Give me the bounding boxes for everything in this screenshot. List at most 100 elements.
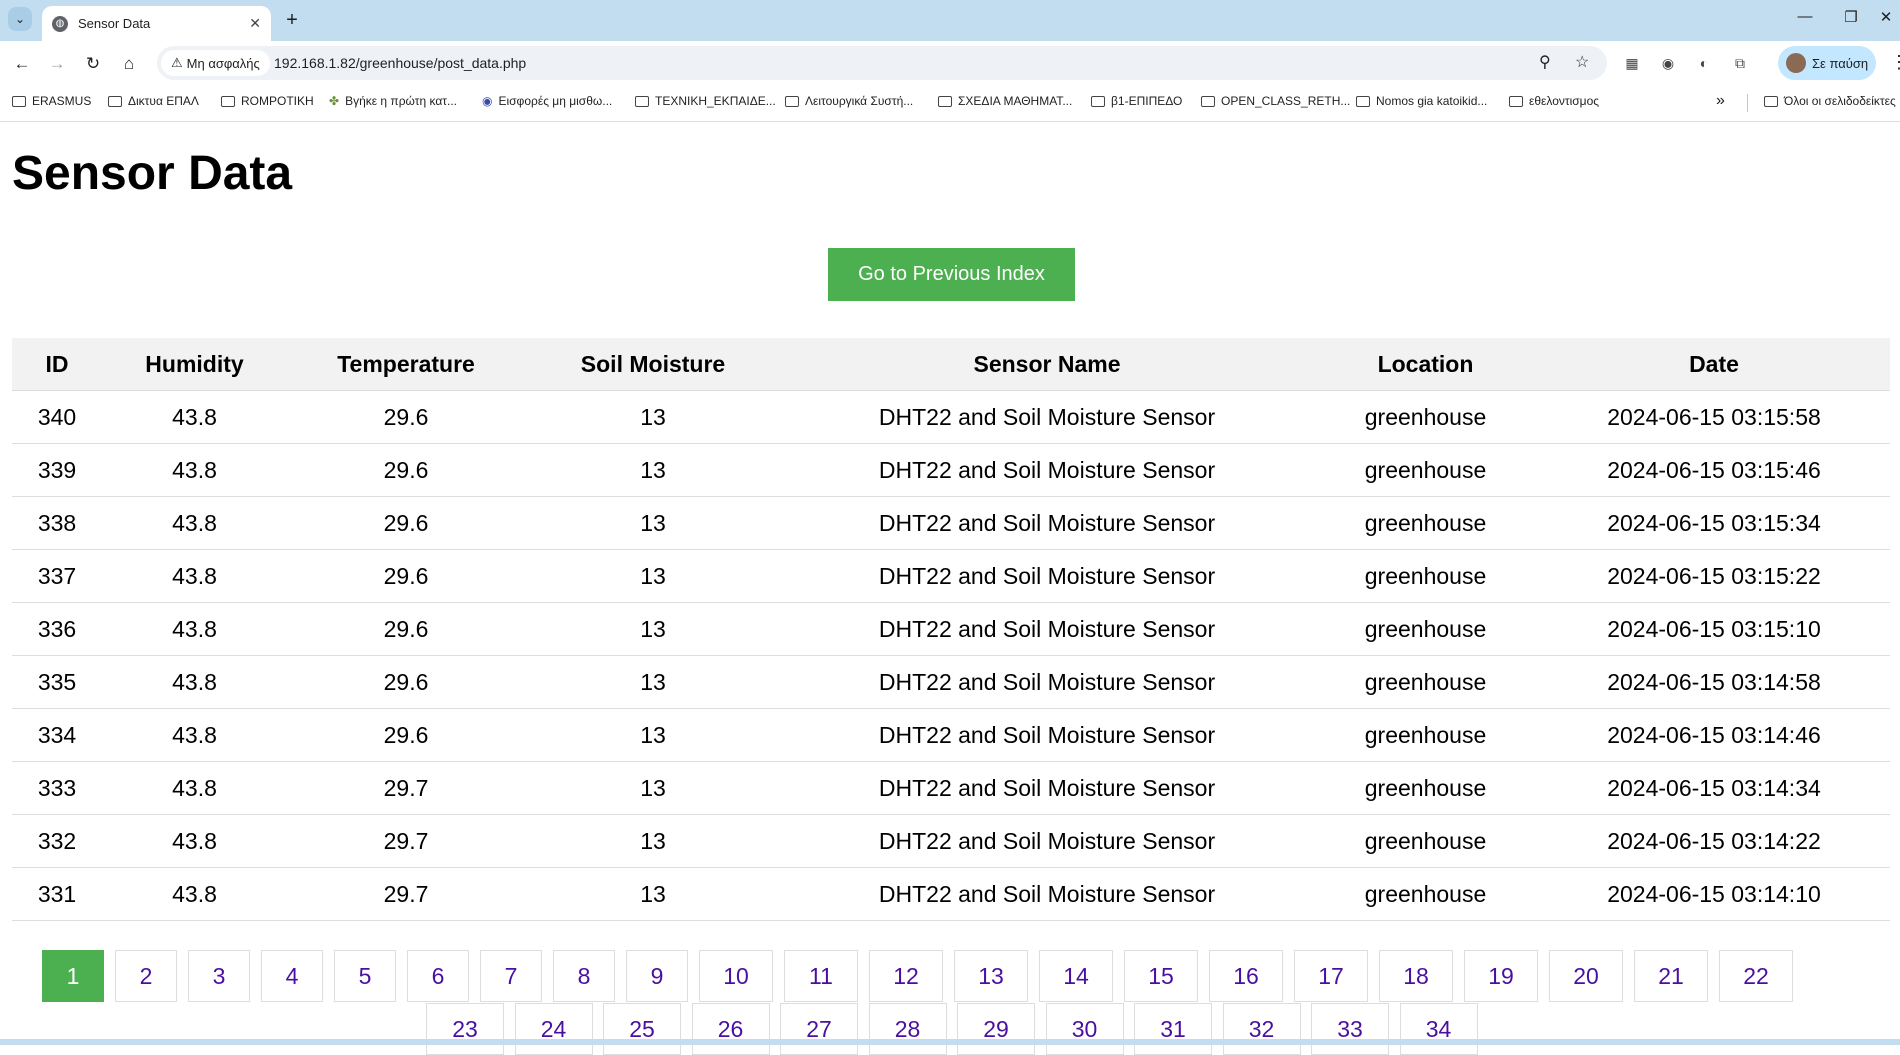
page-link-33[interactable]: 33 xyxy=(1311,1003,1389,1055)
table-cell-soil-moisture: 13 xyxy=(525,655,781,709)
extension-icon[interactable]: ▦ xyxy=(1622,53,1642,73)
page-link-7[interactable]: 7 xyxy=(480,950,542,1002)
page-link-25[interactable]: 25 xyxy=(603,1003,681,1055)
folder-icon xyxy=(938,95,952,107)
security-chip[interactable]: ⚠ Μη ασφαλής xyxy=(161,50,270,76)
table-cell-location: greenhouse xyxy=(1313,814,1538,868)
table-cell-date: 2024-06-15 03:14:34 xyxy=(1538,761,1890,815)
bookmark-item[interactable]: ΣΧΕΔΙΑ ΜΑΘΗΜΑΤ... xyxy=(938,94,1072,108)
extension-icon[interactable]: ◐ xyxy=(1694,53,1714,73)
bookmark-star-icon[interactable]: ☆ xyxy=(1575,52,1589,72)
bookmark-item[interactable]: β1-ΕΠΙΠΕΔΟ xyxy=(1091,94,1182,108)
page-link-14[interactable]: 14 xyxy=(1039,950,1113,1002)
bookmark-item[interactable]: ΤΕΧΝΙΚΗ_ΕΚΠΑΙΔΕ... xyxy=(635,94,776,108)
page-link-23[interactable]: 23 xyxy=(426,1003,504,1055)
page-link-29[interactable]: 29 xyxy=(957,1003,1035,1055)
home-button[interactable]: ⌂ xyxy=(117,52,141,76)
bookmark-item[interactable]: εθελοντισμος xyxy=(1509,94,1599,108)
menu-dots-icon[interactable]: ⋮ xyxy=(1890,52,1900,73)
bookmark-item[interactable]: ROMPOTIKH xyxy=(221,94,314,108)
bookmark-item[interactable]: ✤ Βγήκε η πρώτη κατ... xyxy=(329,94,457,108)
page-link-10[interactable]: 10 xyxy=(699,950,773,1002)
page-link-19[interactable]: 19 xyxy=(1464,950,1538,1002)
page-link-11[interactable]: 11 xyxy=(784,950,858,1002)
page-link-32[interactable]: 32 xyxy=(1222,1003,1301,1055)
back-button[interactable]: ← xyxy=(10,52,34,76)
puzzle-icon[interactable]: ⧉ xyxy=(1730,53,1750,73)
avatar xyxy=(1786,53,1806,73)
page-link-13[interactable]: 13 xyxy=(954,950,1028,1002)
page-link-4[interactable]: 4 xyxy=(261,950,323,1002)
page-link-17[interactable]: 17 xyxy=(1294,950,1368,1002)
page-link-34[interactable]: 34 xyxy=(1399,1003,1478,1055)
page-link-5[interactable]: 5 xyxy=(334,950,396,1002)
page-link-18[interactable]: 18 xyxy=(1379,950,1453,1002)
page-link-15[interactable]: 15 xyxy=(1124,950,1198,1002)
page-link-8[interactable]: 8 xyxy=(553,950,615,1002)
page-link-27[interactable]: 27 xyxy=(780,1003,858,1055)
forward-button[interactable]: → xyxy=(45,52,69,76)
tab-close-icon[interactable]: ✕ xyxy=(249,15,261,32)
page-link-21[interactable]: 21 xyxy=(1634,950,1708,1002)
bookmark-item[interactable]: Λειτουργικά Συστή... xyxy=(785,94,913,108)
page-link-3[interactable]: 3 xyxy=(188,950,250,1002)
table-cell-soil-moisture: 13 xyxy=(525,390,781,444)
page-link-6[interactable]: 6 xyxy=(407,950,469,1002)
folder-icon xyxy=(108,95,122,107)
profile-button[interactable]: Σε παύση xyxy=(1778,46,1876,80)
table-cell-sensor-name: DHT22 and Soil Moisture Sensor xyxy=(781,390,1313,444)
bookmarks-bar: ERASMUS Δικτυα ΕΠΑΛ ROMPOTIKH ✤ Βγήκε η π… xyxy=(0,85,1900,122)
restore-button[interactable]: ❐ xyxy=(1828,8,1874,26)
table-cell-date: 2024-06-15 03:14:46 xyxy=(1538,708,1890,762)
url-text[interactable]: 192.168.1.82/greenhouse/post_data.php xyxy=(274,55,526,71)
table-row: 334 43.8 29.6 13 DHT22 and Soil Moisture Sen… xyxy=(12,708,1890,762)
page-link-22[interactable]: 22 xyxy=(1719,950,1793,1002)
zoom-icon[interactable]: ⚲ xyxy=(1539,52,1551,72)
page-link-31[interactable]: 31 xyxy=(1134,1003,1212,1055)
table-cell-location: greenhouse xyxy=(1313,708,1538,762)
table-row: 340 43.8 29.6 13 DHT22 and Soil Moisture Sen… xyxy=(12,390,1890,444)
new-tab-button[interactable]: + xyxy=(280,9,304,32)
page-link-2[interactable]: 2 xyxy=(115,950,177,1002)
page-link-9[interactable]: 9 xyxy=(626,950,688,1002)
bookmark-item[interactable]: ◉ Εισφορές μη μισθω... xyxy=(482,94,612,108)
extension-icon[interactable]: ◉ xyxy=(1658,53,1678,73)
minimize-button[interactable]: — xyxy=(1782,8,1828,25)
chevron-double-right-icon[interactable]: » xyxy=(1716,92,1725,110)
table-cell-soil-moisture: 13 xyxy=(525,814,781,868)
page-link-12[interactable]: 12 xyxy=(869,950,943,1002)
tab-sensor-data[interactable]: ◍ Sensor Data ✕ xyxy=(42,6,271,41)
reload-button[interactable]: ↻ xyxy=(81,52,105,76)
column-header-temperature: Temperature xyxy=(287,338,525,391)
column-header-location: Location xyxy=(1313,338,1538,391)
page-link-24[interactable]: 24 xyxy=(514,1003,593,1055)
page-link-20[interactable]: 20 xyxy=(1549,950,1623,1002)
bookmark-item[interactable]: ERASMUS xyxy=(12,94,91,108)
table-cell-soil-moisture: 13 xyxy=(525,602,781,656)
all-bookmarks[interactable]: Όλοι οι σελιδοδείκτες xyxy=(1764,94,1896,108)
bookmark-item[interactable]: OPEN_CLASS_RETH... xyxy=(1201,94,1350,108)
table-cell-soil-moisture: 13 xyxy=(525,549,781,603)
bookmark-item[interactable]: Δικτυα ΕΠΑΛ xyxy=(108,94,199,108)
bookmark-item[interactable]: Nomos gia katoikid... xyxy=(1356,94,1487,108)
address-bar[interactable]: ⚠ Μη ασφαλής 192.168.1.82/greenhouse/pos… xyxy=(157,46,1607,80)
page-link-30[interactable]: 30 xyxy=(1045,1003,1124,1055)
tab-search-button[interactable]: ⌄ xyxy=(8,7,32,31)
table-row: 333 43.8 29.7 13 DHT22 and Soil Moisture Sen… xyxy=(12,761,1890,815)
table-cell-id: 339 xyxy=(12,443,102,497)
table-cell-temperature: 29.7 xyxy=(287,867,525,921)
page-link-16[interactable]: 16 xyxy=(1209,950,1283,1002)
page-link-26[interactable]: 26 xyxy=(691,1003,770,1055)
profile-label: Σε παύση xyxy=(1812,55,1869,71)
close-window-button[interactable]: ✕ xyxy=(1872,8,1900,26)
table-cell-location: greenhouse xyxy=(1313,390,1538,444)
previous-index-button[interactable]: Go to Previous Index xyxy=(828,248,1075,301)
page-link-28[interactable]: 28 xyxy=(868,1003,947,1055)
table-cell-location: greenhouse xyxy=(1313,496,1538,550)
table-cell-humidity: 43.8 xyxy=(102,761,287,815)
table-cell-humidity: 43.8 xyxy=(102,496,287,550)
table-cell-temperature: 29.7 xyxy=(287,761,525,815)
horizontal-scrollbar[interactable] xyxy=(0,1039,1900,1045)
table-cell-location: greenhouse xyxy=(1313,443,1538,497)
page-link-1[interactable]: 1 xyxy=(42,950,104,1002)
